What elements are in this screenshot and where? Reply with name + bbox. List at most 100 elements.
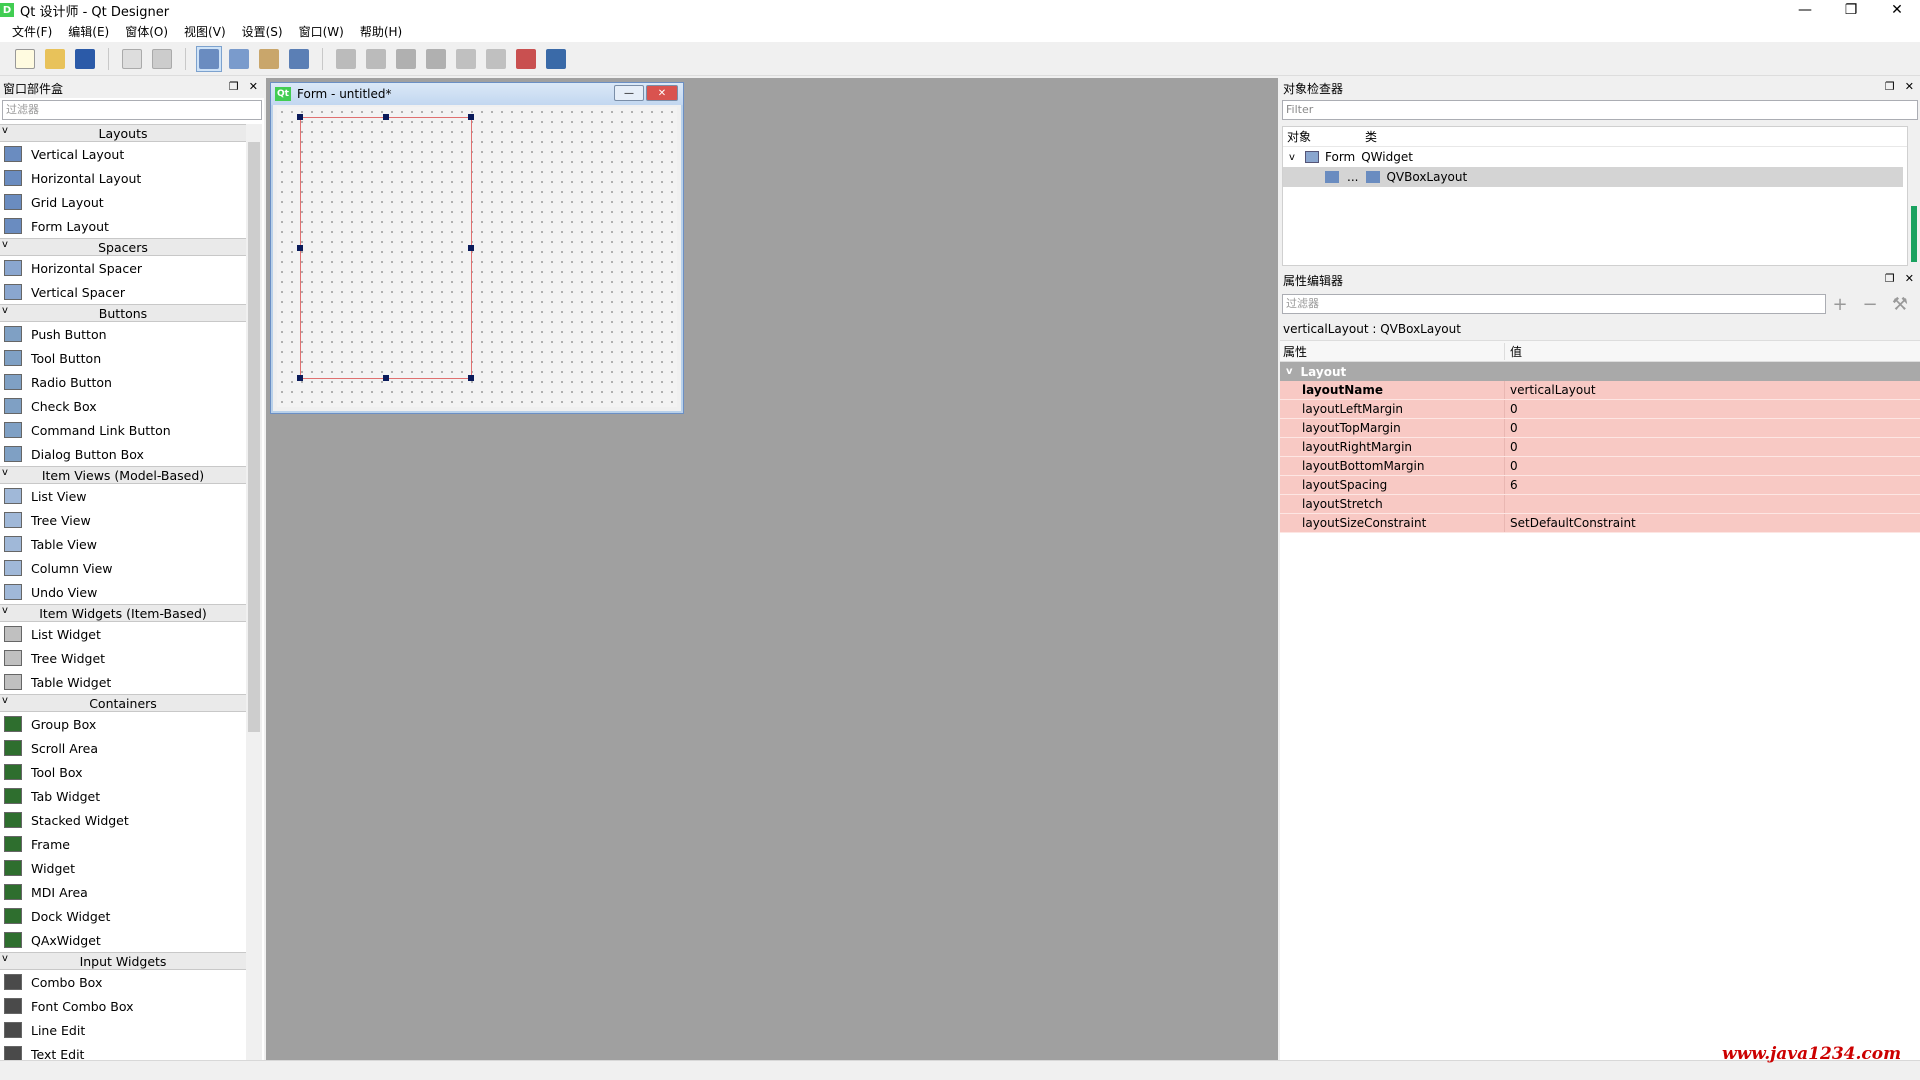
resize-handle[interactable]: [297, 375, 303, 381]
layout-horizontal-splitter-icon[interactable]: [393, 46, 419, 72]
category-item-widgets-item-based[interactable]: v Item Widgets (Item-Based): [0, 604, 246, 622]
float-icon[interactable]: ❐: [229, 80, 239, 93]
vertical-layout-selection[interactable]: [297, 114, 474, 381]
property-value[interactable]: SetDefaultConstraint: [1505, 516, 1636, 530]
tree-row-vboxlayout[interactable]: ... QVBoxLayout: [1283, 167, 1903, 187]
property-row-layouttopmargin[interactable]: layoutTopMargin 0: [1280, 419, 1920, 438]
send-to-back-icon[interactable]: [119, 46, 145, 72]
widget-item-undo-view[interactable]: Undo View: [0, 580, 246, 604]
widget-item-text-edit[interactable]: Text Edit: [0, 1042, 246, 1060]
collapse-chevron-icon[interactable]: v: [2, 305, 8, 316]
resize-handle[interactable]: [468, 114, 474, 120]
category-containers[interactable]: v Containers: [0, 694, 246, 712]
scrollbar-thumb[interactable]: [248, 142, 260, 732]
property-row-layoutstretch[interactable]: layoutStretch: [1280, 495, 1920, 514]
float-icon[interactable]: ❐: [1885, 272, 1895, 285]
property-value[interactable]: 0: [1505, 440, 1518, 454]
save-icon[interactable]: [72, 46, 98, 72]
menu-help[interactable]: 帮助(H): [352, 23, 410, 40]
column-property[interactable]: 属性: [1280, 342, 1505, 360]
collapse-chevron-icon[interactable]: v: [2, 125, 8, 136]
widget-item-tab-widget[interactable]: Tab Widget: [0, 784, 246, 808]
column-class[interactable]: 类: [1365, 128, 1377, 145]
minimize-button[interactable]: —: [1782, 0, 1828, 20]
widget-box-filter-input[interactable]: 过滤器: [2, 100, 262, 120]
close-icon[interactable]: ✕: [249, 80, 258, 93]
edit-buddies-icon[interactable]: [256, 46, 282, 72]
category-spacers[interactable]: v Spacers: [0, 238, 246, 256]
widget-item-tree-widget[interactable]: Tree Widget: [0, 646, 246, 670]
layout-form-icon[interactable]: [483, 46, 509, 72]
property-value[interactable]: 0: [1505, 402, 1518, 416]
resize-handle[interactable]: [468, 245, 474, 251]
widget-item-column-view[interactable]: Column View: [0, 556, 246, 580]
widget-item-check-box[interactable]: Check Box: [0, 394, 246, 418]
expand-chevron-icon[interactable]: v: [1283, 152, 1299, 163]
widget-item-vertical-layout[interactable]: Vertical Layout: [0, 142, 246, 166]
widget-item-mdi-area[interactable]: MDI Area: [0, 880, 246, 904]
edit-tab-order-icon[interactable]: [286, 46, 312, 72]
collapse-chevron-icon[interactable]: v: [1286, 366, 1293, 377]
bring-to-front-icon[interactable]: [149, 46, 175, 72]
configure-wrench-icon[interactable]: ⚒: [1890, 294, 1910, 315]
widget-item-qaxwidget[interactable]: QAxWidget: [0, 928, 246, 952]
property-value[interactable]: 0: [1505, 421, 1518, 435]
widget-item-list-view[interactable]: List View: [0, 484, 246, 508]
column-object[interactable]: 对象: [1283, 128, 1365, 145]
widget-item-radio-button[interactable]: Radio Button: [0, 370, 246, 394]
layout-grid-icon[interactable]: [453, 46, 479, 72]
resize-handle[interactable]: [468, 375, 474, 381]
form-minimize-button[interactable]: —: [614, 85, 644, 101]
restore-button[interactable]: ❐: [1828, 0, 1874, 20]
widget-item-table-widget[interactable]: Table Widget: [0, 670, 246, 694]
widget-item-table-view[interactable]: Table View: [0, 532, 246, 556]
category-item-views-model-based[interactable]: v Item Views (Model-Based): [0, 466, 246, 484]
collapse-chevron-icon[interactable]: v: [2, 239, 8, 250]
widget-item-combo-box[interactable]: Combo Box: [0, 970, 246, 994]
widget-item-line-edit[interactable]: Line Edit: [0, 1018, 246, 1042]
property-filter-input[interactable]: 过滤器: [1282, 294, 1826, 314]
widget-item-group-box[interactable]: Group Box: [0, 712, 246, 736]
widget-item-list-widget[interactable]: List Widget: [0, 622, 246, 646]
collapse-chevron-icon[interactable]: v: [2, 467, 8, 478]
category-buttons[interactable]: v Buttons: [0, 304, 246, 322]
category-input-widgets[interactable]: v Input Widgets: [0, 952, 246, 970]
scrollbar-thumb[interactable]: [1911, 206, 1917, 262]
tree-row-form[interactable]: v Form QWidget: [1283, 147, 1907, 167]
form-close-button[interactable]: ✕: [646, 85, 678, 101]
widget-item-grid-layout[interactable]: Grid Layout: [0, 190, 246, 214]
menu-form[interactable]: 窗体(O): [117, 23, 176, 40]
property-row-layoutspacing[interactable]: layoutSpacing 6: [1280, 476, 1920, 495]
property-row-layoutrightmargin[interactable]: layoutRightMargin 0: [1280, 438, 1920, 457]
property-row-layoutbottommargin[interactable]: layoutBottomMargin 0: [1280, 457, 1920, 476]
widget-item-scroll-area[interactable]: Scroll Area: [0, 736, 246, 760]
widget-item-tree-view[interactable]: Tree View: [0, 508, 246, 532]
menu-file[interactable]: 文件(F): [4, 23, 60, 40]
menu-edit[interactable]: 编辑(E): [60, 23, 117, 40]
property-row-layoutname[interactable]: layoutName verticalLayout: [1280, 381, 1920, 400]
column-value[interactable]: 值: [1505, 343, 1522, 360]
property-row-layoutleftmargin[interactable]: layoutLeftMargin 0: [1280, 400, 1920, 419]
collapse-chevron-icon[interactable]: v: [2, 953, 8, 964]
widget-item-dock-widget[interactable]: Dock Widget: [0, 904, 246, 928]
object-tree-scrollbar[interactable]: [1908, 126, 1920, 266]
widget-item-horizontal-layout[interactable]: Horizontal Layout: [0, 166, 246, 190]
collapse-chevron-icon[interactable]: v: [2, 695, 8, 706]
property-value[interactable]: verticalLayout: [1505, 383, 1596, 397]
edit-signals-slots-icon[interactable]: [226, 46, 252, 72]
widget-item-horizontal-spacer[interactable]: Horizontal Spacer: [0, 256, 246, 280]
close-button[interactable]: ✕: [1874, 0, 1920, 20]
menu-settings[interactable]: 设置(S): [234, 23, 291, 40]
category-layouts[interactable]: v Layouts: [0, 124, 246, 142]
object-filter-input[interactable]: Filter: [1282, 100, 1918, 120]
widget-item-vertical-spacer[interactable]: Vertical Spacer: [0, 280, 246, 304]
add-property-icon[interactable]: +: [1830, 294, 1850, 315]
resize-handle[interactable]: [383, 375, 389, 381]
close-icon[interactable]: ✕: [1905, 80, 1914, 93]
property-row-layoutsizeconstraint[interactable]: layoutSizeConstraint SetDefaultConstraint: [1280, 514, 1920, 533]
adjust-size-icon[interactable]: [543, 46, 569, 72]
property-value[interactable]: 6: [1505, 478, 1518, 492]
layout-vertically-icon[interactable]: [363, 46, 389, 72]
form-title-bar[interactable]: Qt Form - untitled* — ✕: [271, 83, 683, 105]
widget-item-form-layout[interactable]: Form Layout: [0, 214, 246, 238]
